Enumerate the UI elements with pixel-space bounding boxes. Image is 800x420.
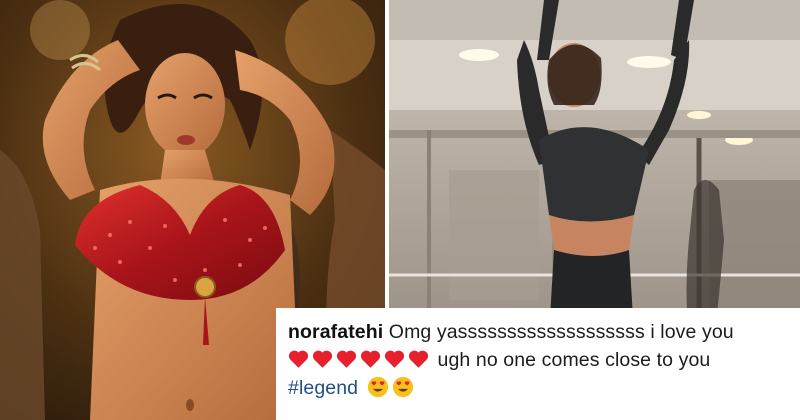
heart-eyes-emoji-icon — [392, 376, 414, 398]
comment-line-1: norafatehi Omg yasssssssssssssssssss i l… — [288, 318, 786, 346]
red-heart-icon — [408, 349, 429, 369]
comment-username[interactable]: norafatehi — [288, 321, 383, 343]
red-heart-icon — [288, 349, 309, 369]
comment-text-line1: Omg yasssssssssssssssssss i love you — [388, 321, 734, 343]
red-heart-icon — [360, 349, 381, 369]
comment-line-2: ugh no one comes close to you — [288, 346, 786, 374]
hashtag-link[interactable]: #legend — [288, 377, 358, 399]
red-heart-icon — [384, 349, 405, 369]
red-heart-icon — [312, 349, 333, 369]
comment-text-line2: ugh no one comes close to you — [437, 349, 711, 371]
comment-line-3: #legend — [288, 374, 786, 402]
red-heart-icon — [336, 349, 357, 369]
heart-eyes-emoji-icon — [367, 376, 389, 398]
instagram-comment: norafatehi Omg yasssssssssssssssssss i l… — [276, 308, 800, 420]
